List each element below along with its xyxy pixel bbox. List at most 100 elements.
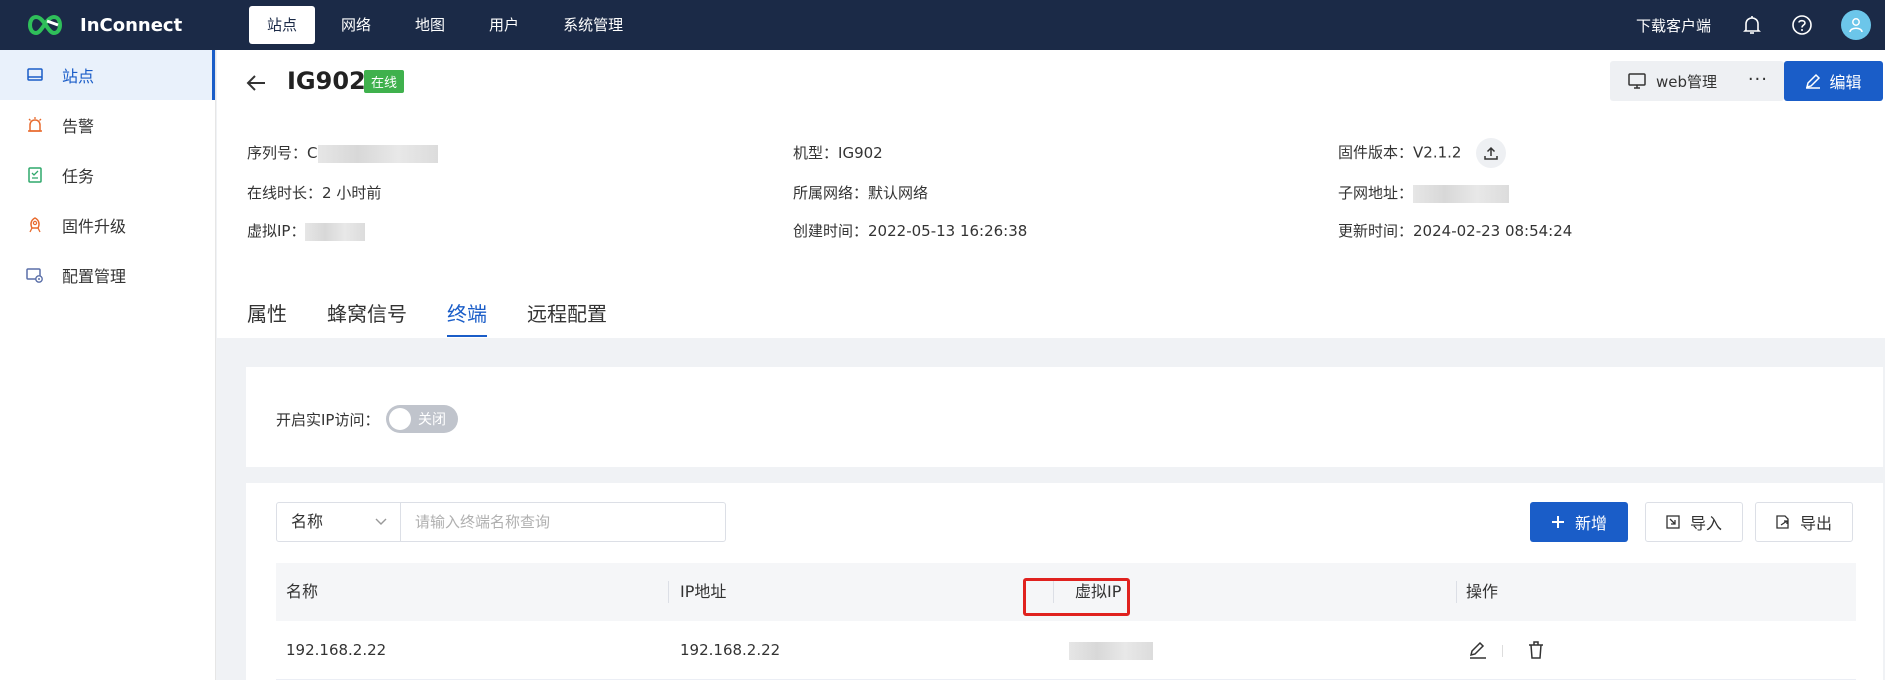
serial-row: 序列号：C (247, 142, 438, 163)
firmware-upload-button[interactable] (1476, 138, 1507, 168)
updated-label: 更新时间： (1338, 222, 1414, 240)
model-label: 机型： (793, 144, 839, 162)
vip-redacted (305, 222, 366, 241)
column-divider (668, 581, 669, 603)
detail-tabs: 属性 蜂窝信号 终端 远程配置 (247, 298, 647, 337)
network-label: 所属网络： (793, 184, 869, 202)
updated-row: 更新时间：2024-02-23 08:54:24 (1338, 220, 1572, 241)
row-ip: 192.168.2.22 (680, 641, 781, 659)
network-value: 默认网络 (868, 184, 929, 202)
column-actions: 操作 (1466, 582, 1499, 601)
export-icon (1776, 515, 1789, 529)
sidebar-item-task[interactable]: 任务 (0, 150, 215, 200)
import-icon (1666, 515, 1680, 529)
nav-map[interactable]: 地图 (397, 6, 463, 44)
add-label: 新增 (1574, 514, 1607, 533)
sidebar-item-config[interactable]: 配置管理 (0, 250, 215, 300)
row-virtual-ip (1069, 621, 1153, 680)
virtual-ip-highlight-box (1023, 578, 1130, 616)
export-label: 导出 (1799, 514, 1832, 533)
tab-terminal[interactable]: 终端 (447, 298, 487, 337)
edit-icon[interactable] (1468, 640, 1488, 660)
monitor-icon (1628, 73, 1646, 89)
uptime-label: 在线时长： (247, 184, 323, 202)
serial-prefix: C (307, 144, 318, 162)
vip-label: 虚拟IP： (247, 222, 306, 240)
edit-button[interactable]: 编辑 (1784, 61, 1883, 101)
column-ip: IP地址 (680, 582, 727, 601)
search-field-select[interactable]: 名称 (276, 502, 401, 542)
sidebar-item-label: 固件升级 (62, 217, 127, 236)
nav-user[interactable]: 用户 (471, 6, 537, 44)
top-right-tools: 下载客户端 (1636, 0, 1885, 50)
sidebar-item-firmware[interactable]: 固件升级 (0, 200, 215, 250)
firmware-value: V2.1.2 (1413, 143, 1462, 162)
updated-value: 2024-02-23 08:54:24 (1413, 222, 1573, 240)
tab-properties[interactable]: 属性 (247, 298, 287, 337)
back-arrow-icon[interactable] (245, 72, 267, 94)
real-ip-card: 开启实IP访问： 关闭 (246, 367, 1883, 467)
sidebar-item-label: 配置管理 (62, 267, 127, 286)
alarm-icon (26, 116, 44, 134)
app-logo[interactable]: InConnect (24, 13, 249, 37)
edit-label: 编辑 (1829, 73, 1862, 92)
row-name: 192.168.2.22 (286, 641, 387, 659)
toggle-text: 关闭 (418, 412, 446, 428)
device-name: IG902 (287, 67, 366, 95)
uptime-value: 2 小时前 (322, 184, 382, 202)
action-divider (1502, 645, 1503, 657)
sidebar-item-label: 任务 (62, 167, 95, 186)
firmware-icon (26, 216, 44, 234)
terminal-search-input[interactable] (400, 502, 726, 542)
table-row: 192.168.2.22 192.168.2.22 (276, 621, 1856, 680)
column-name: 名称 (286, 582, 319, 601)
more-options-button[interactable]: ··· (1748, 69, 1768, 90)
serial-label: 序列号： (247, 144, 308, 162)
download-client-link[interactable]: 下载客户端 (1636, 15, 1711, 36)
real-ip-toggle[interactable]: 关闭 (386, 405, 458, 433)
sidebar-item-alarm[interactable]: 告警 (0, 100, 215, 150)
bell-icon[interactable] (1741, 14, 1763, 36)
model-value: IG902 (838, 144, 883, 162)
subnet-row: 子网地址： (1338, 182, 1510, 203)
subnet-redacted (1413, 184, 1510, 203)
site-icon (26, 66, 44, 84)
real-ip-label: 开启实IP访问： (276, 411, 380, 429)
terminal-card: 名称 新增 导入 导出 名称 IP地址 虚拟IP 操作 192.168.2.22… (246, 483, 1883, 680)
import-label: 导入 (1689, 514, 1722, 533)
sidebar-item-site[interactable]: 站点 (0, 50, 215, 100)
main-nav: 站点 网络 地图 用户 系统管理 (249, 0, 649, 50)
firmware-label: 固件版本： (1338, 143, 1414, 162)
search-field-value: 名称 (291, 512, 324, 531)
subnet-label: 子网地址： (1338, 184, 1414, 202)
chevron-down-icon (374, 503, 388, 555)
sidebar: 站点 告警 任务 固件升级 配置管理 (0, 50, 216, 680)
infinity-logo-icon (28, 14, 62, 36)
tab-remote-config[interactable]: 远程配置 (527, 298, 607, 337)
add-terminal-button[interactable]: 新增 (1530, 502, 1628, 542)
status-badge: 在线 (364, 70, 405, 93)
task-icon (26, 166, 44, 184)
help-icon[interactable] (1791, 14, 1813, 36)
nav-system[interactable]: 系统管理 (545, 6, 641, 44)
nav-network[interactable]: 网络 (323, 6, 389, 44)
upload-icon (1484, 146, 1498, 160)
export-button[interactable]: 导出 (1755, 502, 1853, 542)
nav-site[interactable]: 站点 (249, 6, 316, 44)
created-row: 创建时间：2022-05-13 16:26:38 (793, 220, 1027, 241)
config-icon (26, 266, 44, 284)
tab-cellular-signal[interactable]: 蜂窝信号 (327, 298, 407, 337)
sidebar-item-label: 告警 (62, 117, 95, 136)
network-row: 所属网络：默认网络 (793, 182, 928, 203)
serial-redacted (317, 144, 438, 163)
import-button[interactable]: 导入 (1645, 502, 1743, 542)
web-manage-button[interactable]: web管理 ··· (1610, 61, 1784, 101)
column-divider (1456, 581, 1457, 603)
web-manage-label: web管理 (1656, 72, 1718, 91)
model-row: 机型：IG902 (793, 142, 883, 163)
firmware-row: 固件版本：V2.1.2 (1338, 138, 1507, 168)
pencil-icon (1806, 73, 1821, 89)
user-avatar-icon[interactable] (1841, 10, 1871, 40)
delete-icon[interactable] (1526, 640, 1546, 660)
created-value: 2022-05-13 16:26:38 (868, 222, 1028, 240)
